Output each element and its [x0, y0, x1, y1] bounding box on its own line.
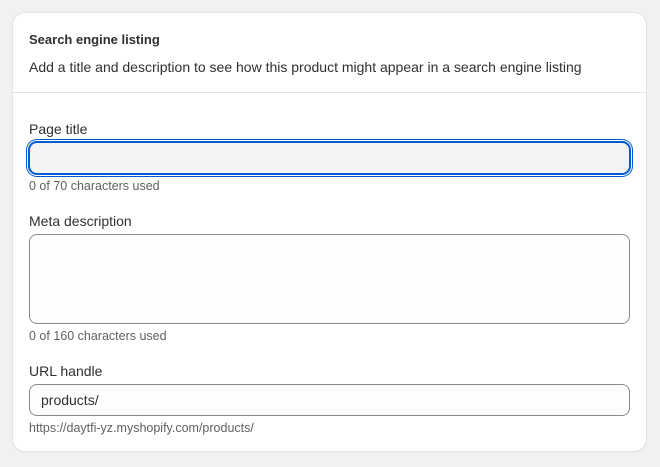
page-title-char-count: 0 of 70 characters used — [29, 179, 160, 193]
seo-card: Search engine listing Add a title and de… — [13, 13, 646, 451]
url-handle-input[interactable] — [29, 384, 630, 416]
section-title: Search engine listing — [29, 32, 160, 47]
page-title-input[interactable] — [29, 142, 630, 174]
meta-description-label: Meta description — [29, 213, 132, 229]
url-handle-label: URL handle — [29, 363, 103, 379]
section-subtitle: Add a title and description to see how t… — [29, 59, 582, 75]
page-title-label: Page title — [29, 121, 88, 137]
card-header: Search engine listing Add a title and de… — [13, 13, 646, 93]
meta-description-char-count: 0 of 160 characters used — [29, 329, 167, 343]
url-preview: https://daytfi-yz.myshopify.com/products… — [29, 421, 254, 435]
meta-description-input[interactable] — [29, 234, 630, 324]
